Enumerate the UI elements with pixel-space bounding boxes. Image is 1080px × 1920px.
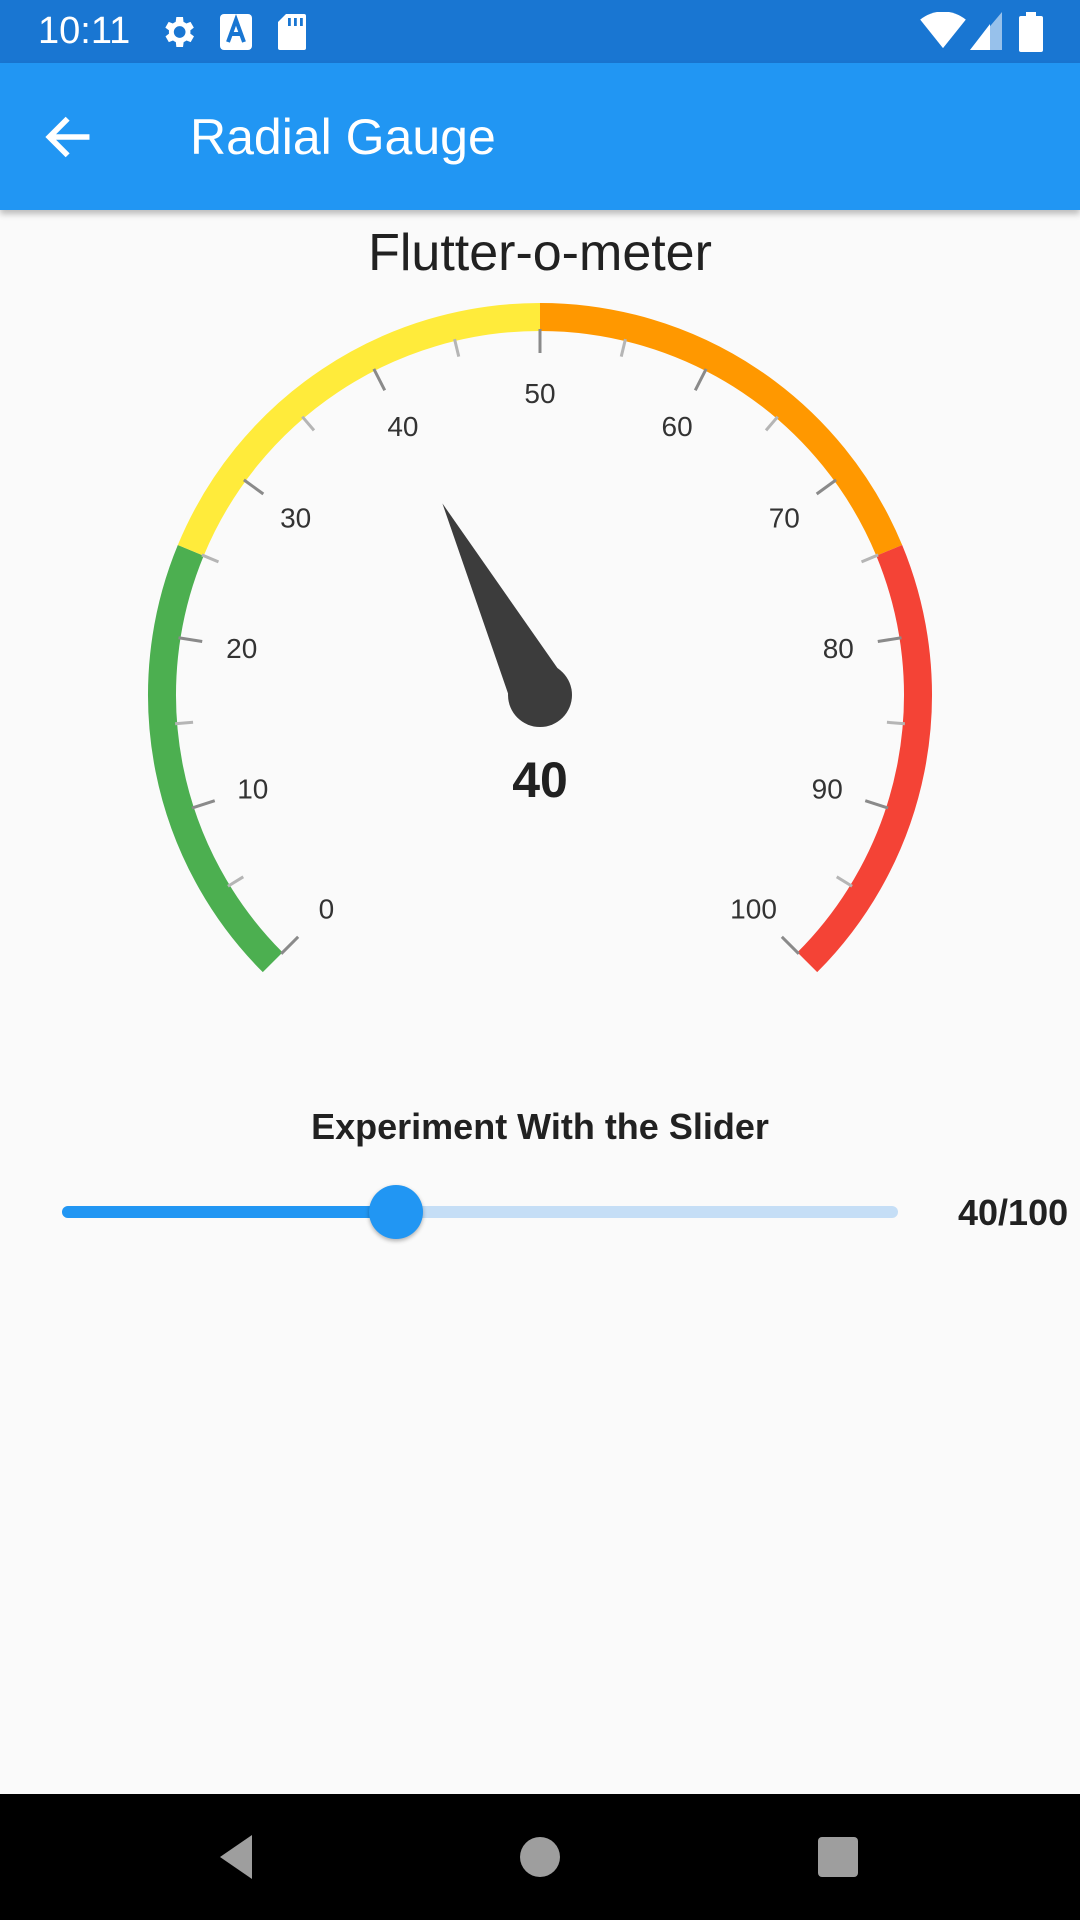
gauge-needle-hub (508, 663, 572, 727)
gauge-tick-label: 0 (319, 894, 335, 925)
slider-value-label: 40/100 (958, 1192, 1069, 1233)
value-slider[interactable] (62, 1184, 898, 1240)
gauge-tick-label: 10 (237, 773, 268, 804)
slider-track-active (62, 1206, 397, 1218)
arrow-back-icon (45, 116, 90, 158)
gauge-tick-label: 70 (769, 502, 800, 533)
home-circle-icon[interactable] (510, 1827, 570, 1887)
gauge-tick-label: 30 (280, 502, 311, 533)
gauge-minor-tick (201, 553, 220, 564)
gauge-minor-tick (835, 875, 853, 888)
recents-square-icon[interactable] (808, 1827, 868, 1887)
gauge-major-tick (280, 935, 300, 955)
gauge-tick-label: 50 (524, 378, 555, 409)
gear-icon (165, 17, 194, 47)
gauge-minor-tick (227, 875, 245, 888)
back-triangle-icon[interactable] (208, 1827, 268, 1887)
gauge-tick-label: 20 (226, 633, 257, 664)
gauge-minor-tick (301, 415, 316, 432)
slider-thumb[interactable] (369, 1185, 424, 1239)
gauge-major-tick (815, 478, 837, 496)
gauge-tick-label: 80 (823, 633, 854, 664)
text-a-icon (220, 14, 252, 50)
gauge-value-label: 40 (512, 752, 568, 808)
signal-icon (970, 12, 1002, 50)
app-title: Radial Gauge (190, 109, 496, 165)
gauge-tick-label: 40 (387, 411, 418, 442)
gauge-tick-label: 100 (730, 894, 777, 925)
wifi-icon (920, 12, 966, 49)
gauge-minor-tick (175, 720, 194, 726)
gauge-range-3 (797, 544, 932, 973)
gauge-minor-tick (860, 553, 879, 564)
gauge-range-2 (539, 303, 903, 556)
gauge-major-tick (693, 368, 708, 391)
gauge-major-tick (864, 799, 889, 810)
gauge-major-tick (877, 636, 902, 643)
battery-icon (1019, 12, 1043, 52)
gauge-major-tick (243, 478, 265, 496)
back-button[interactable] (40, 109, 96, 165)
gauge-major-tick (780, 935, 800, 955)
gauge-major-tick (191, 799, 216, 810)
app-bar: Radial Gauge (0, 63, 1080, 210)
gauge-minor-tick (764, 415, 779, 432)
status-time: 10:11 (38, 10, 131, 52)
system-nav-bar (0, 1794, 1080, 1920)
sd-card-icon (278, 14, 306, 50)
gauge-range-0 (148, 544, 283, 973)
gauge-major-tick (178, 636, 203, 643)
gauge-minor-tick (619, 338, 627, 357)
gauge-minor-tick (453, 338, 461, 357)
gauge-minor-tick (886, 720, 905, 726)
status-bar: 10:11 (0, 0, 1080, 63)
gauge-tick-label: 90 (812, 773, 843, 804)
radial-gauge: 0 10 20 30 40 50 60 70 80 90 100 40 (148, 303, 932, 973)
gauge-major-tick (372, 368, 387, 391)
gauge-range-1 (177, 303, 541, 556)
gauge-tick-label: 60 (662, 411, 693, 442)
slider-title: Experiment With the Slider (311, 1106, 769, 1147)
